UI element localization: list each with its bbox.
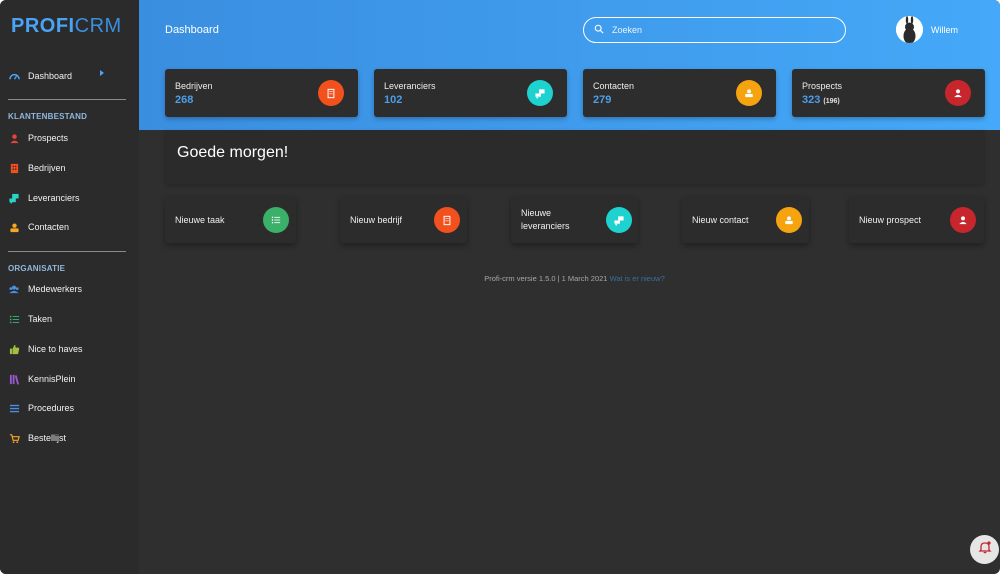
stat-value-number: 323 — [802, 94, 821, 106]
greeting-card: Goede morgen! — [165, 130, 984, 184]
greeting-title: Goede morgen! — [177, 144, 289, 161]
search-icon — [594, 21, 604, 39]
logo-part-2: CRM — [74, 15, 122, 37]
quick-action-label: Nieuw bedrijf — [350, 215, 403, 225]
caret-right-icon — [100, 70, 104, 76]
sidebar-item-label: Prospects — [28, 133, 69, 143]
sidebar-item-label: Leveranciers — [28, 193, 80, 203]
quick-action-label: Nieuw contact — [692, 215, 749, 225]
version-text: Profi-crm versie 1.5.0 | 1 March 2021 — [484, 274, 608, 283]
contact-icon — [8, 221, 20, 233]
sidebar-divider — [8, 99, 126, 100]
avatar[interactable] — [896, 16, 923, 43]
sidebar-item-label: Medewerkers — [28, 284, 83, 294]
quick-action-nieuwe-taak[interactable]: Nieuwe taak — [165, 196, 296, 243]
building-icon — [434, 207, 460, 233]
quick-action-label: Nieuwe leveranciers — [521, 207, 570, 233]
logo[interactable]: PROFICRM — [11, 15, 122, 38]
sidebar-item-leveranciers[interactable]: Leveranciers — [8, 189, 133, 207]
stat-value: 102 — [384, 94, 402, 106]
stat-card-contacten[interactable]: Contacten 279 — [583, 69, 776, 117]
stat-value-number: 268 — [175, 94, 194, 106]
stat-value: 323 (196) — [802, 94, 840, 106]
search-input[interactable] — [612, 25, 832, 35]
contact-icon — [736, 80, 762, 106]
users-icon — [8, 283, 20, 295]
page-title: Dashboard — [165, 24, 219, 36]
sidebar-item-dashboard[interactable]: Dashboard — [8, 67, 133, 85]
sidebar-item-kennisplein[interactable]: KennisPlein — [8, 370, 133, 388]
sidebar-item-prospects[interactable]: Prospects — [8, 129, 133, 147]
sidebar: PROFICRM Dashboard KLANTENBESTAND Prospe… — [0, 0, 139, 574]
sidebar-item-label: Taken — [28, 314, 53, 324]
sidebar-item-bedrijven[interactable]: Bedrijven — [8, 159, 133, 177]
notification-button[interactable] — [970, 535, 999, 564]
stat-value: 279 — [593, 94, 611, 106]
sidebar-item-bestellijst[interactable]: Bestellijst — [8, 429, 133, 447]
stat-label: Leveranciers — [384, 81, 436, 91]
sidebar-item-label: Contacten — [28, 222, 70, 232]
quick-action-label: Nieuwe taak — [175, 215, 225, 225]
contact-icon — [776, 207, 802, 233]
checklist-icon — [263, 207, 289, 233]
sidebar-item-procedures[interactable]: Procedures — [8, 399, 133, 417]
sidebar-item-label: Procedures — [28, 403, 75, 413]
cart-icon — [8, 432, 20, 444]
user-icon — [8, 132, 20, 144]
quick-action-label-line1: Nieuwe — [521, 208, 552, 218]
quick-action-label: Nieuw prospect — [859, 215, 922, 225]
books-icon — [8, 373, 20, 385]
whats-new-link[interactable]: Wat is er nieuw? — [610, 274, 665, 283]
sidebar-item-contacten[interactable]: Contacten — [8, 218, 133, 236]
bell-icon — [977, 540, 992, 559]
sidebar-item-label: Dashboard — [28, 71, 73, 81]
sidebar-item-medewerkers[interactable]: Medewerkers — [8, 280, 133, 298]
quick-action-label-line2: leveranciers — [521, 221, 570, 231]
username[interactable]: Willem — [931, 25, 958, 35]
section-title-organisatie: ORGANISATIE — [8, 264, 66, 273]
stat-value-number: 279 — [593, 94, 612, 106]
dashboard-icon — [8, 70, 20, 82]
sidebar-divider — [8, 251, 126, 252]
sidebar-item-label: Bedrijven — [28, 163, 66, 173]
truck-icon — [8, 192, 20, 204]
quick-action-nieuw-bedrijf[interactable]: Nieuw bedrijf — [340, 196, 467, 243]
stat-sub-value: (196) — [823, 98, 840, 105]
stat-label: Prospects — [802, 81, 843, 91]
sidebar-item-taken[interactable]: Taken — [8, 310, 133, 328]
sidebar-item-nice-to-haves[interactable]: Nice to haves — [8, 340, 133, 358]
logo-part-1: PROFI — [11, 15, 75, 37]
truck-icon — [606, 207, 632, 233]
stat-label: Contacten — [593, 81, 635, 91]
stat-label: Bedrijven — [175, 81, 213, 91]
quick-action-nieuw-prospect[interactable]: Nieuw prospect — [849, 196, 984, 243]
user-icon — [950, 207, 976, 233]
thumbs-up-icon — [8, 343, 20, 355]
stat-card-leveranciers[interactable]: Leveranciers 102 — [374, 69, 567, 117]
stat-card-bedrijven[interactable]: Bedrijven 268 — [165, 69, 358, 117]
version-footer: Profi-crm versie 1.5.0 | 1 March 2021 Wa… — [165, 274, 984, 283]
stat-value: 268 — [175, 94, 193, 106]
user-icon — [945, 80, 971, 106]
search-box[interactable] — [583, 17, 846, 43]
stat-card-prospects[interactable]: Prospects 323 (196) — [792, 69, 985, 117]
quick-action-nieuw-contact[interactable]: Nieuw contact — [682, 196, 809, 243]
building-icon — [8, 162, 20, 174]
sidebar-item-label: KennisPlein — [28, 374, 76, 384]
checklist-icon — [8, 313, 20, 325]
quick-action-nieuwe-leveranciers[interactable]: Nieuwe leveranciers — [511, 196, 638, 243]
app-window: PROFICRM Dashboard KLANTENBESTAND Prospe… — [0, 0, 1000, 574]
list-icon — [8, 402, 20, 414]
sidebar-item-label: Nice to haves — [28, 344, 83, 354]
stat-value-number: 102 — [384, 94, 403, 106]
building-icon — [318, 80, 344, 106]
sidebar-item-label: Bestellijst — [28, 433, 67, 443]
truck-icon — [527, 80, 553, 106]
section-title-klantenbestand: KLANTENBESTAND — [8, 112, 88, 121]
